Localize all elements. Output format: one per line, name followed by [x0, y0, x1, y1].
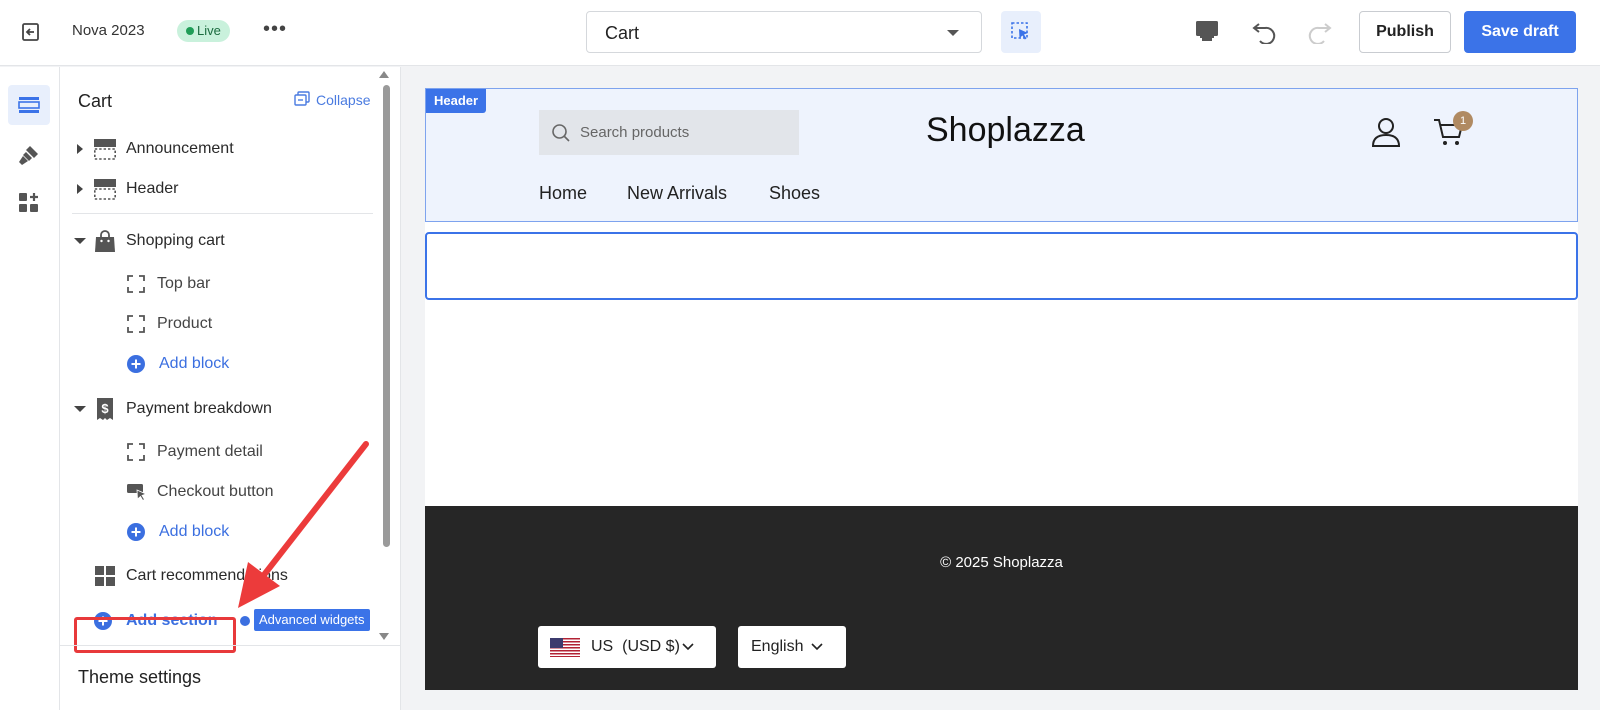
nav-link-new-arrivals[interactable]: New Arrivals [627, 183, 727, 204]
button-click-icon [127, 484, 148, 502]
chevron-down-icon [811, 643, 823, 651]
select-cursor-icon [1011, 22, 1028, 40]
preview-cart-section[interactable] [425, 232, 1578, 300]
block-frame-icon [127, 275, 145, 293]
section-layout-icon [93, 179, 116, 200]
more-options-button[interactable]: ••• [263, 18, 287, 41]
currency-label: US (USD $) [591, 638, 680, 655]
section-label: Shopping cart [126, 232, 225, 249]
sidebar-title: Cart [78, 91, 113, 111]
svg-text:$: $ [101, 401, 109, 416]
block-product[interactable]: Product [60, 306, 380, 342]
nav-link-shoes[interactable]: Shoes [769, 183, 820, 204]
advanced-widgets-tag[interactable]: Advanced widgets [254, 609, 370, 631]
exit-icon[interactable] [20, 21, 42, 43]
rail-sections-tab[interactable] [8, 85, 50, 125]
page-template-value: Cart [605, 23, 640, 43]
plus-circle-icon [127, 355, 145, 373]
section-cart-recommendations[interactable]: Cart recommendations [60, 558, 380, 594]
section-header[interactable]: Header [60, 171, 380, 207]
advanced-widgets-dot [240, 616, 250, 626]
section-layout-icon [93, 139, 116, 160]
redo-icon[interactable] [1307, 18, 1333, 44]
search-placeholder: Search products [580, 124, 690, 141]
block-payment-detail[interactable]: Payment detail [60, 434, 380, 470]
sidebar-scrollbar[interactable] [383, 85, 390, 547]
search-icon [552, 124, 570, 142]
preview-footer: © 2025 Shoplazza US (USD $) English [425, 506, 1578, 690]
cart-count-badge: 1 [1453, 111, 1473, 131]
divider [60, 645, 400, 646]
caret-right-icon[interactable] [77, 144, 83, 154]
page-template-select[interactable]: Cart [586, 11, 982, 53]
language-label: English [751, 638, 804, 655]
collapse-icon[interactable] [294, 91, 310, 107]
save-draft-button[interactable]: Save draft [1464, 11, 1576, 53]
nav-link-home[interactable]: Home [539, 183, 587, 204]
collapse-button[interactable]: Collapse [316, 92, 370, 108]
live-status-badge: Live [177, 20, 230, 42]
add-block-button[interactable]: Add block [60, 514, 380, 550]
rail-apps-tab[interactable] [8, 183, 50, 223]
paint-brush-icon [19, 146, 38, 165]
section-label: Header [126, 180, 179, 197]
theme-settings-link[interactable]: Theme settings [78, 667, 201, 688]
sections-sidebar: Cart Collapse Announcement Header Shoppi [60, 67, 401, 710]
block-label: Payment detail [157, 443, 263, 460]
section-shopping-cart[interactable]: Shopping cart [60, 223, 380, 259]
section-label: Payment breakdown [126, 400, 272, 417]
block-label: Top bar [157, 275, 211, 292]
section-announcement[interactable]: Announcement [60, 131, 380, 167]
section-label: Announcement [126, 140, 234, 157]
undo-icon[interactable] [1251, 18, 1277, 44]
add-widgets-icon [19, 193, 38, 212]
user-account-icon[interactable] [1371, 116, 1401, 148]
highlight-box [74, 617, 236, 653]
add-block-label: Add block [159, 355, 230, 372]
us-flag-icon [550, 638, 580, 657]
preview-header-section[interactable]: Header Search products Shoplazza 1 Home … [425, 88, 1578, 222]
block-checkout-button[interactable]: Checkout button [60, 474, 380, 510]
scroll-up-arrow[interactable] [379, 71, 389, 78]
language-selector[interactable]: English [738, 626, 846, 668]
caret-down-icon[interactable] [74, 406, 86, 412]
scroll-down-arrow[interactable] [379, 633, 389, 640]
block-frame-icon [127, 443, 145, 461]
receipt-icon: $ [97, 398, 113, 420]
grid-icon [95, 566, 115, 586]
header-section-tag: Header [426, 89, 487, 113]
add-block-label: Add block [159, 523, 230, 540]
caret-right-icon[interactable] [77, 184, 83, 194]
block-label: Checkout button [157, 483, 274, 500]
theme-name: Nova 2023 [72, 22, 145, 39]
shopping-bag-icon [95, 230, 115, 252]
sections-icon [18, 97, 40, 113]
block-top-bar[interactable]: Top bar [60, 266, 380, 302]
plus-circle-icon [127, 523, 145, 541]
desktop-preview-icon[interactable] [1194, 18, 1220, 44]
section-payment-breakdown[interactable]: $ Payment breakdown [60, 391, 380, 427]
block-frame-icon [127, 315, 145, 333]
store-preview: Header Search products Shoplazza 1 Home … [425, 88, 1578, 690]
copyright-text: © 2025 Shoplazza [940, 554, 1063, 571]
chevron-down-icon [682, 643, 694, 651]
block-label: Product [157, 315, 213, 332]
top-toolbar: Nova 2023 Live ••• Cart Publish Save dra… [0, 0, 1600, 66]
left-rail [0, 67, 60, 710]
chevron-down-icon [947, 30, 959, 36]
section-label: Cart recommendations [126, 567, 288, 584]
store-logo[interactable]: Shoplazza [926, 111, 1085, 150]
add-block-button[interactable]: Add block [60, 346, 380, 382]
caret-down-icon[interactable] [74, 238, 86, 244]
divider [72, 213, 373, 214]
search-input[interactable]: Search products [539, 110, 799, 155]
currency-selector[interactable]: US (USD $) [538, 626, 716, 668]
publish-button[interactable]: Publish [1359, 11, 1451, 53]
rail-theme-style-tab[interactable] [8, 135, 50, 175]
inspect-element-button[interactable] [1001, 11, 1041, 53]
